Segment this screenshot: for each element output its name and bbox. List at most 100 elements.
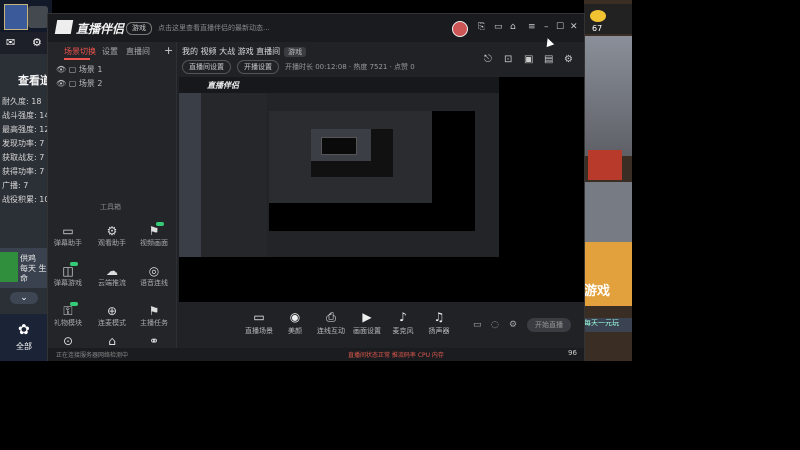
menu-icon[interactable]: ≡ — [528, 22, 536, 32]
control-bar: ▭ 直播场景 ◉ 美颜 ⎙ 连线互动 ▶ 画面设置 ♪ 麦克风 ♫ 扬声器 ▭ ◌ ⚙ 开始… — [179, 306, 584, 348]
tab-room[interactable]: 直播间 — [126, 46, 150, 57]
chevron-down-icon[interactable]: ⌄ — [10, 292, 38, 304]
room-title[interactable]: 我的 视频 大战 游戏 直播间 — [182, 47, 280, 56]
speaker-icon: ♫ — [433, 310, 445, 324]
game-level-badge — [28, 6, 48, 28]
scene-label: 场景 1 — [78, 65, 103, 74]
title-bar: 直播伴侣 游戏 点击这里查看直播伴侣的最新动态... ⎘ ▭ ⌂ ≡ – ☐ ✕ — [48, 14, 584, 42]
display-button[interactable]: ▶ 画面设置 — [347, 310, 387, 336]
record-icon[interactable]: ▣ — [524, 54, 533, 65]
tool-video[interactable]: ⚑ 视频画面 — [134, 222, 174, 248]
scene-label: 场景 2 — [78, 79, 103, 88]
tool-icon: ⚭ — [148, 334, 160, 348]
preview-game-strip — [179, 77, 201, 257]
game-icon-row: ✉ ⚙ — [0, 32, 52, 54]
tool-label: 弹幕助手 — [54, 239, 82, 247]
tool-label: 弹幕游戏 — [54, 279, 82, 287]
tool-voice[interactable]: ◎ 语音连线 — [134, 264, 174, 288]
tool-icon: ☁ — [106, 264, 118, 278]
room-settings-button[interactable]: 直播间设置 — [182, 60, 231, 74]
share-icon[interactable]: ⎋ — [484, 54, 492, 65]
tool-watch[interactable]: ⚙ 观看助手 — [92, 224, 132, 248]
scene-button[interactable]: ▭ 直播场景 — [239, 310, 279, 336]
gear-icon[interactable]: ⚙ — [32, 36, 42, 49]
message-icon[interactable]: ⎘ — [478, 22, 485, 32]
gear-icon: ✿ — [18, 322, 30, 338]
preview-capture-level-6 — [321, 137, 357, 155]
layout-icon[interactable]: ▤ — [544, 54, 553, 65]
game-card[interactable]: 供鸡 每天 生命 — [0, 248, 52, 288]
tab-settings[interactable]: 设置 — [102, 46, 118, 57]
game-stat: 战役积累: 10 — [2, 195, 50, 204]
game-stat: 发现功率: 7 — [2, 139, 45, 148]
streaming-app-window: 直播伴侣 游戏 点击这里查看直播伴侣的最新动态... ⎘ ▭ ⌂ ≡ – ☐ ✕… — [47, 13, 585, 361]
lock-icon[interactable]: ⊡ — [504, 54, 512, 65]
tab-scenes[interactable]: 场景切换 — [64, 46, 96, 57]
tool-label: 礼物模块 — [54, 319, 82, 327]
tool-more[interactable]: ⊙ — [48, 334, 88, 348]
tool-game[interactable]: ◫ 弹幕游戏 — [48, 262, 88, 288]
tool-gift[interactable]: ⚿ 礼物模块 — [48, 302, 88, 328]
game-banner[interactable]: 游戏 — [584, 242, 632, 306]
status-left: 正在连接服务器网络检测中 — [56, 352, 129, 359]
game-card-text: 每天 生命 — [20, 264, 47, 283]
control-label: 直播场景 — [245, 327, 273, 335]
new-badge — [70, 262, 78, 266]
category-tag[interactable]: 游戏 — [284, 47, 307, 57]
active-tab-indicator — [64, 58, 90, 60]
mail-icon[interactable]: ✉ — [6, 36, 15, 49]
tool-fans[interactable]: ⌂ — [92, 334, 132, 348]
scene-item[interactable]: 👁 ▢ 场景 2 — [56, 78, 102, 89]
close-icon[interactable]: ✕ — [570, 22, 578, 32]
start-stream-button[interactable]: 开始直播 — [527, 318, 571, 332]
link-button[interactable]: ⎙ 连线互动 — [311, 310, 351, 336]
game-bottom-menu[interactable]: ✿ 全部 — [0, 314, 52, 361]
tool-task[interactable]: ⚑ 主播任务 — [134, 304, 174, 328]
scene-item[interactable]: 👁 ▢ 场景 1 — [56, 64, 102, 75]
tool-icon: ⚑ — [148, 224, 160, 238]
shirt-icon[interactable]: ⌂ — [510, 22, 516, 32]
stream-settings-button[interactable]: 开播设置 — [237, 60, 279, 74]
app-brand: 直播伴侣 — [76, 22, 125, 36]
control-label: 画面设置 — [353, 327, 381, 335]
microphone-button[interactable]: ♪ 麦克风 — [383, 310, 423, 336]
status-bar: 正在连接服务器网络检测中 直播间状态正常 推流码率 CPU 内存 96 — [48, 348, 584, 361]
gear-icon[interactable]: ⚙ — [509, 320, 517, 330]
room-title-row: 我的 视频 大战 游戏 直播间 游戏 — [182, 46, 307, 57]
preview-sidebar — [201, 93, 267, 257]
tool-cloud[interactable]: ☁ 云端推流 — [92, 264, 132, 288]
control-label: 麦克风 — [392, 327, 414, 335]
brand-pill[interactable]: 游戏 — [126, 22, 152, 35]
preview-capture-level-5 — [311, 129, 371, 161]
game-avatar[interactable] — [4, 4, 28, 30]
camera-icon[interactable]: ▭ — [473, 320, 482, 330]
scene-icon: ▭ — [253, 310, 265, 324]
play-icon: ▶ — [362, 310, 372, 324]
beauty-button[interactable]: ◉ 美颜 — [275, 310, 315, 336]
coin-count: 67 — [592, 24, 603, 33]
mail-icon[interactable]: ▭ — [494, 22, 503, 32]
tool-misc[interactable]: ⚭ — [134, 334, 174, 348]
preview-brand: 直播伴侣 — [207, 81, 239, 90]
stream-preview[interactable]: 直播伴侣 — [179, 77, 584, 302]
maximize-icon[interactable]: ☐ — [556, 22, 564, 32]
timer-icon[interactable]: ◌ — [491, 320, 499, 330]
game-ad-text[interactable]: 每天一元玩 — [584, 318, 632, 332]
tool-label: 云端推流 — [98, 279, 126, 287]
tool-icon: ◎ — [148, 264, 160, 278]
game-banner-text: 游戏 — [584, 284, 611, 299]
tool-danmu[interactable]: ▭ 弹幕助手 — [48, 224, 88, 248]
tool-icon: ▭ — [62, 224, 74, 238]
preview-capture-level-1: 直播伴侣 — [179, 77, 499, 257]
tool-link[interactable]: ⊕ 连麦模式 — [92, 304, 132, 328]
speaker-button[interactable]: ♫ 扬声器 — [419, 310, 459, 336]
tool-icon: ◫ — [62, 264, 74, 278]
settings-icon[interactable]: ⚙ — [564, 54, 573, 65]
tool-label: 主播任务 — [140, 319, 168, 327]
game-card-image — [0, 252, 18, 282]
add-scene-icon[interactable]: + — [164, 44, 173, 57]
user-avatar[interactable] — [452, 21, 468, 37]
notice-text[interactable]: 点击这里查看直播伴侣的最新动态... — [158, 23, 270, 33]
background-game-left: ✉ ⚙ 查看道 耐久度: 18 战斗强度: 14 最高强度: 12 发现功率: … — [0, 0, 52, 361]
minimize-icon[interactable]: – — [544, 22, 549, 32]
